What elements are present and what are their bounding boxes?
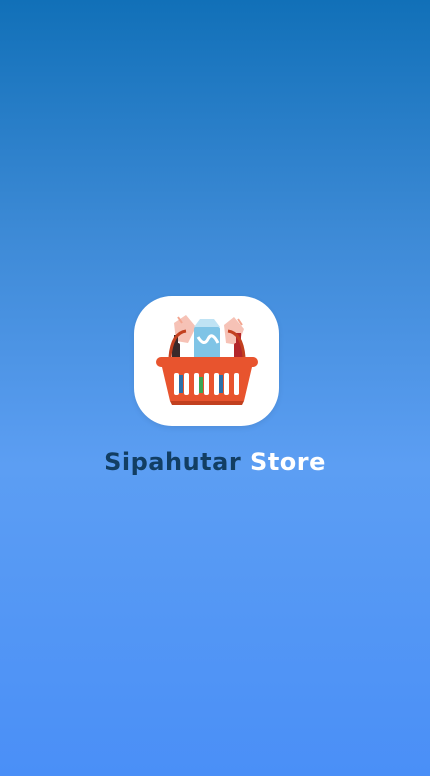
splash-screen: Sipahutar Store [0,0,430,776]
app-title: Sipahutar Store [0,448,430,476]
grocery-basket-icon [155,315,258,405]
app-title-part1: Sipahutar [104,448,242,476]
app-logo [134,296,279,426]
app-title-part2: Store [250,448,326,476]
